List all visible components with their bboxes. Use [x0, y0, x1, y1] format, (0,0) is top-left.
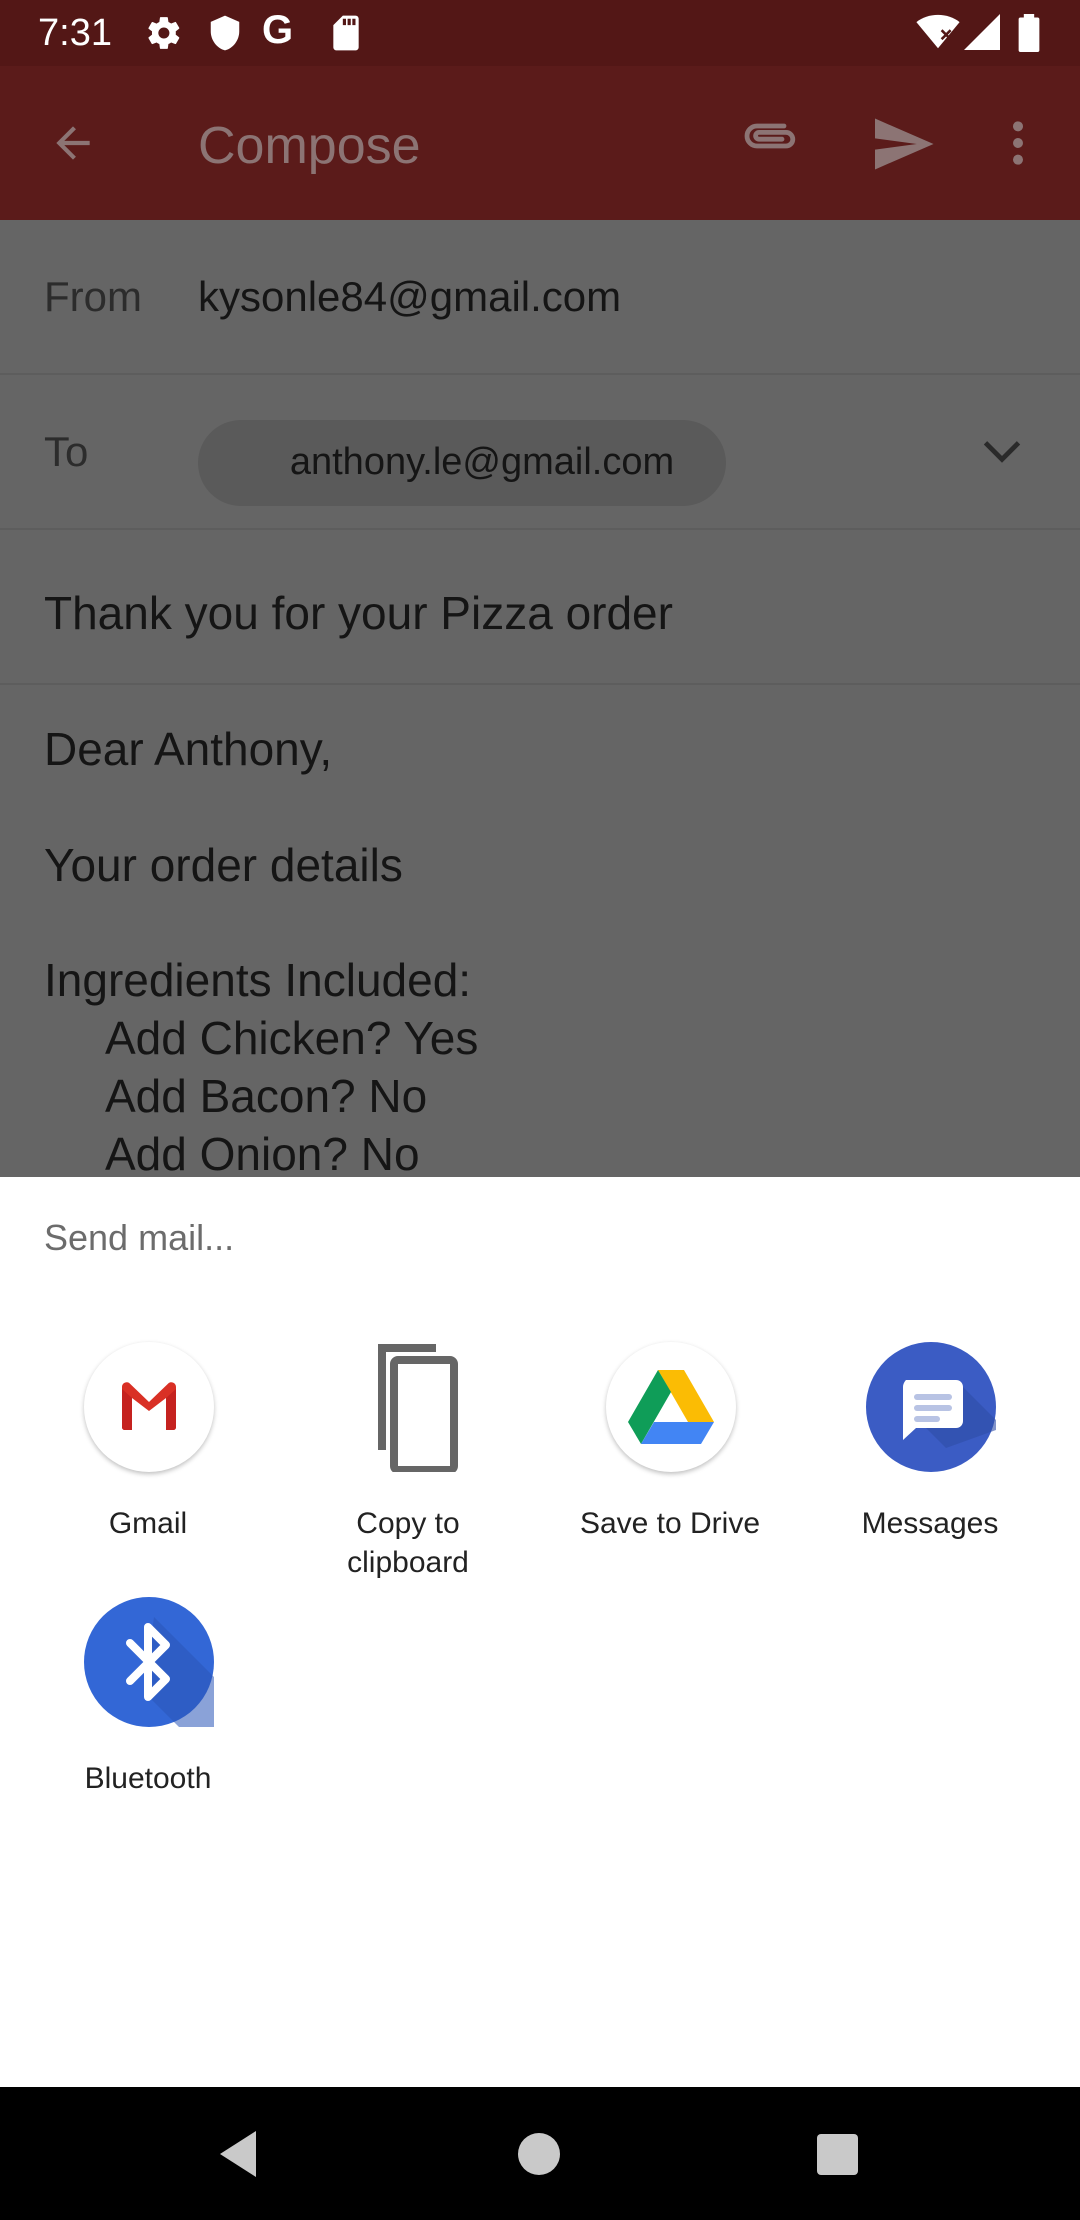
compose-app-bar: Compose [0, 66, 1080, 220]
settings-icon [148, 17, 180, 49]
signal-icon [964, 14, 1000, 50]
share-target-label: Messages [861, 1507, 999, 1540]
share-target-label: Bluetooth [84, 1762, 212, 1795]
copy-icon [344, 1342, 474, 1474]
subject-row[interactable]: Thank you for your Pizza order [0, 530, 1080, 685]
body-details: Your order details [44, 839, 403, 891]
sd-card-icon [333, 15, 359, 51]
google-icon: G [262, 8, 294, 52]
drive-icon [606, 1342, 736, 1472]
body-line: Add Onion? No [105, 1128, 420, 1177]
attach-icon[interactable] [740, 116, 800, 156]
more-vert-icon[interactable] [1000, 118, 1036, 168]
from-row[interactable]: From kysonle84@gmail.com [0, 220, 1080, 375]
battery-icon [1018, 14, 1040, 52]
wifi-icon [916, 14, 960, 49]
page-title: Compose [198, 117, 421, 175]
to-row[interactable]: To anthony.le@gmail.com [0, 375, 1080, 530]
from-value: kysonle84@gmail.com [198, 273, 622, 320]
nav-back-icon[interactable] [218, 2129, 258, 2179]
recipient-chip[interactable]: anthony.le@gmail.com [198, 420, 726, 506]
share-sheet: Send mail... Gmail Copy to clipboard Sav… [0, 1177, 1080, 2087]
from-label: From [44, 273, 142, 320]
share-target-label: Copy to clipboard [347, 1507, 469, 1579]
body-line: Add Bacon? No [105, 1070, 428, 1122]
nav-home-icon[interactable] [518, 2133, 560, 2175]
recipient-chip-label: anthony.le@gmail.com [289, 441, 675, 483]
shield-icon [210, 15, 240, 51]
back-arrow-icon[interactable] [48, 118, 98, 168]
chevron-down-icon[interactable] [980, 437, 1024, 467]
bluetooth-icon [84, 1597, 214, 1727]
send-icon[interactable] [872, 116, 934, 172]
status-bar: 7:31 G [0, 0, 1080, 66]
body-ingredients-header: Ingredients Included: [44, 954, 472, 1006]
share-sheet-title: Send mail... [44, 1217, 235, 1258]
nav-recents-icon[interactable] [817, 2134, 858, 2175]
gmail-icon [84, 1342, 214, 1472]
share-target-label: Gmail [108, 1507, 188, 1540]
body-greeting: Dear Anthony, [44, 723, 333, 775]
to-label: To [44, 428, 89, 475]
messages-icon [866, 1342, 996, 1472]
body-line: Add Chicken? Yes [105, 1012, 479, 1064]
share-target-label: Save to Drive [579, 1507, 761, 1540]
compose-form: From kysonle84@gmail.com To anthony.le@g… [0, 220, 1080, 1177]
subject-field[interactable]: Thank you for your Pizza order [44, 586, 673, 640]
status-time: 7:31 [38, 12, 112, 54]
navigation-bar [0, 2087, 1080, 2220]
